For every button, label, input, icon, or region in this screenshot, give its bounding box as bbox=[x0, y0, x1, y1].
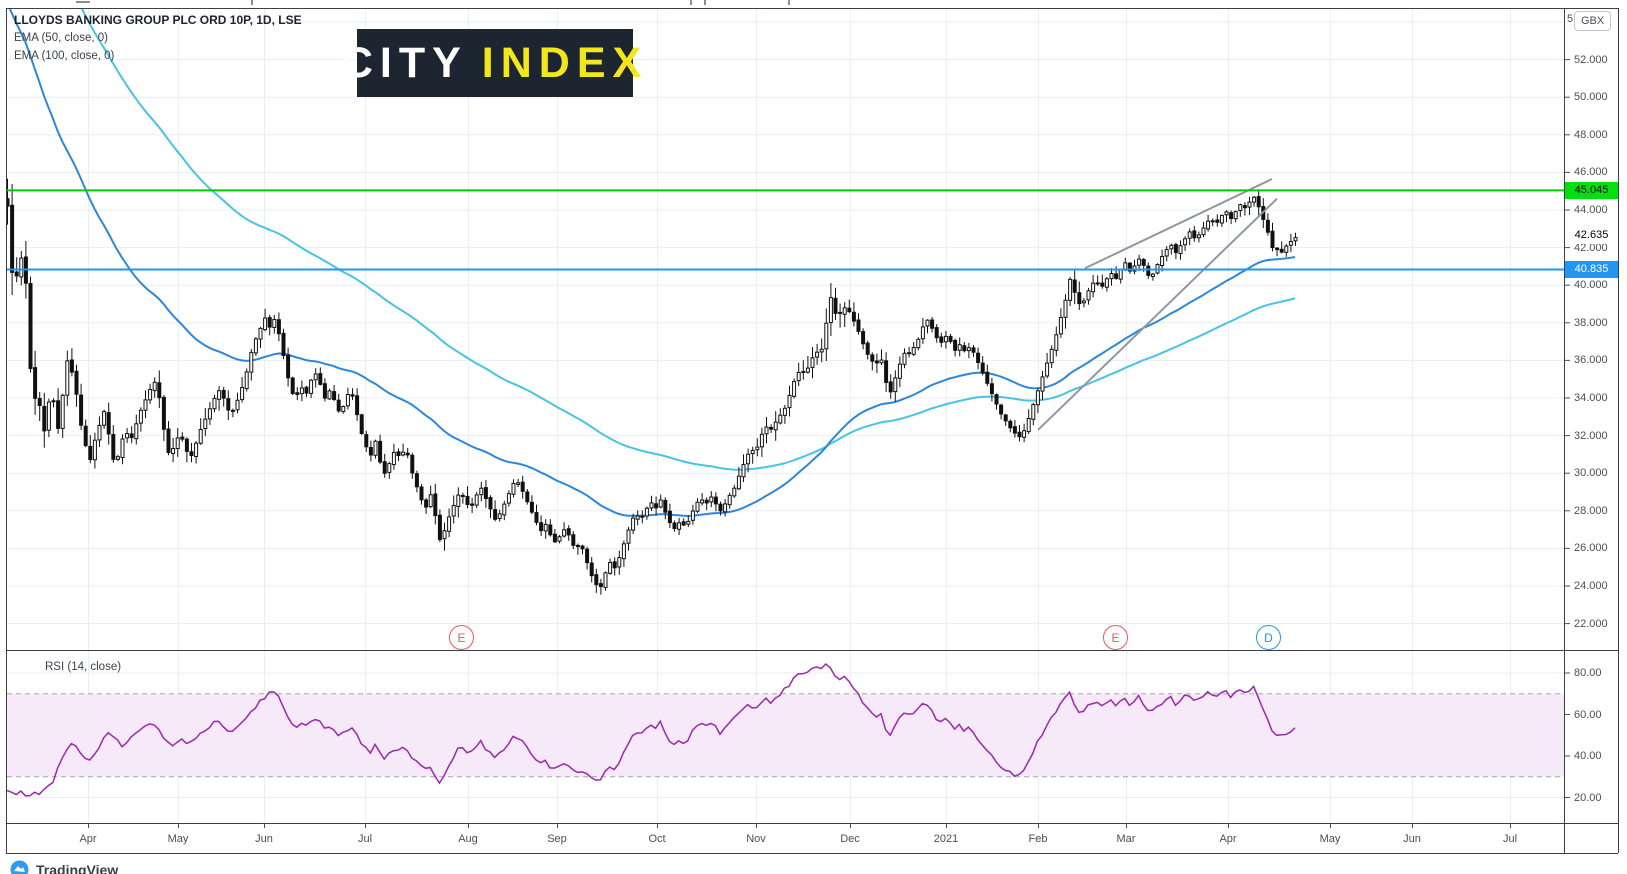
time-tick-label: Jul bbox=[358, 833, 372, 845]
price-tick-label: 32.000 bbox=[1574, 429, 1608, 443]
chart-window: LLOYDS BANKING GROUP PLC ORD 10P, 1D, LS… bbox=[0, 0, 1627, 874]
rsi-band bbox=[7, 694, 1564, 777]
time-tick-label: May bbox=[1320, 833, 1341, 845]
city-index-watermark: CITY INDEX bbox=[357, 29, 633, 97]
rsi-tick-label: 20.00 bbox=[1574, 791, 1602, 805]
resistance-price-label: 45.045 bbox=[1565, 182, 1618, 199]
price-tick-label: 26.000 bbox=[1574, 541, 1608, 555]
dividend-badge[interactable]: D bbox=[1256, 625, 1281, 650]
trendlines[interactable] bbox=[1038, 179, 1277, 430]
price-tick-label: 52.000 bbox=[1574, 53, 1608, 67]
price-tick-label: 36.000 bbox=[1574, 353, 1608, 367]
time-tick-label: Mar bbox=[1117, 833, 1136, 845]
earnings-badge[interactable]: E bbox=[449, 625, 474, 650]
time-tick-label: Feb bbox=[1029, 833, 1048, 845]
time-tick-label: Jun bbox=[1403, 833, 1421, 845]
indicator-ema50-label[interactable]: EMA (50, close, 0) bbox=[14, 29, 302, 47]
time-tick-label: Jul bbox=[1503, 833, 1517, 845]
clipped-axis-label: 5 bbox=[1567, 13, 1573, 25]
time-tick-label: Aug bbox=[458, 833, 478, 845]
price-tick-label: 50.000 bbox=[1574, 90, 1608, 104]
candlestick-series[interactable] bbox=[6, 179, 1297, 595]
rsi-tick-label: 80.00 bbox=[1574, 666, 1602, 680]
currency-unit-badge[interactable]: GBX bbox=[1574, 11, 1611, 31]
support-price-label: 40.835 bbox=[1565, 261, 1618, 278]
rsi-tick-label: 40.00 bbox=[1574, 749, 1602, 763]
chart-canvas[interactable] bbox=[0, 0, 1627, 874]
time-tick-label: May bbox=[168, 833, 189, 845]
watermark-city: CITY bbox=[342, 39, 468, 88]
rsi-tick-label: 60.00 bbox=[1574, 708, 1602, 722]
price-tick-label: 22.000 bbox=[1574, 617, 1608, 631]
time-tick-label: 2021 bbox=[934, 833, 958, 845]
price-tick-label: 24.000 bbox=[1574, 579, 1608, 593]
price-tick-label: 38.000 bbox=[1574, 316, 1608, 330]
indicator-ema100-label[interactable]: EMA (100, close, 0) bbox=[14, 47, 302, 65]
time-tick-label: Jun bbox=[255, 833, 273, 845]
price-tick-label: 30.000 bbox=[1574, 466, 1608, 480]
time-tick-label: Apr bbox=[79, 833, 96, 845]
time-tick-label: Apr bbox=[1219, 833, 1236, 845]
ema100-line[interactable] bbox=[7, 0, 1295, 470]
earnings-badge[interactable]: E bbox=[1103, 625, 1128, 650]
tradingview-label: TradingView bbox=[36, 862, 118, 874]
time-tick-label: Oct bbox=[648, 833, 665, 845]
watermark-index: INDEX bbox=[482, 39, 648, 88]
time-tick-label: Sep bbox=[547, 833, 567, 845]
price-tick-label: 46.000 bbox=[1574, 165, 1608, 179]
price-tick-label: 40.000 bbox=[1574, 278, 1608, 292]
tradingview-icon bbox=[10, 860, 29, 874]
price-tick-label: 48.000 bbox=[1574, 128, 1608, 142]
time-tick-label: Dec bbox=[840, 833, 860, 845]
last-price-label: 42.635 bbox=[1565, 227, 1618, 244]
price-tick-label: 34.000 bbox=[1574, 391, 1608, 405]
chart-legend: LLOYDS BANKING GROUP PLC ORD 10P, 1D, LS… bbox=[14, 12, 302, 65]
time-tick-label: Nov bbox=[746, 833, 766, 845]
rsi-legend[interactable]: RSI (14, close) bbox=[45, 661, 121, 673]
tradingview-attribution[interactable]: TradingView bbox=[10, 860, 118, 874]
symbol-title[interactable]: LLOYDS BANKING GROUP PLC ORD 10P, 1D, LS… bbox=[14, 12, 302, 29]
price-tick-label: 44.000 bbox=[1574, 203, 1608, 217]
price-tick-label: 28.000 bbox=[1574, 504, 1608, 518]
